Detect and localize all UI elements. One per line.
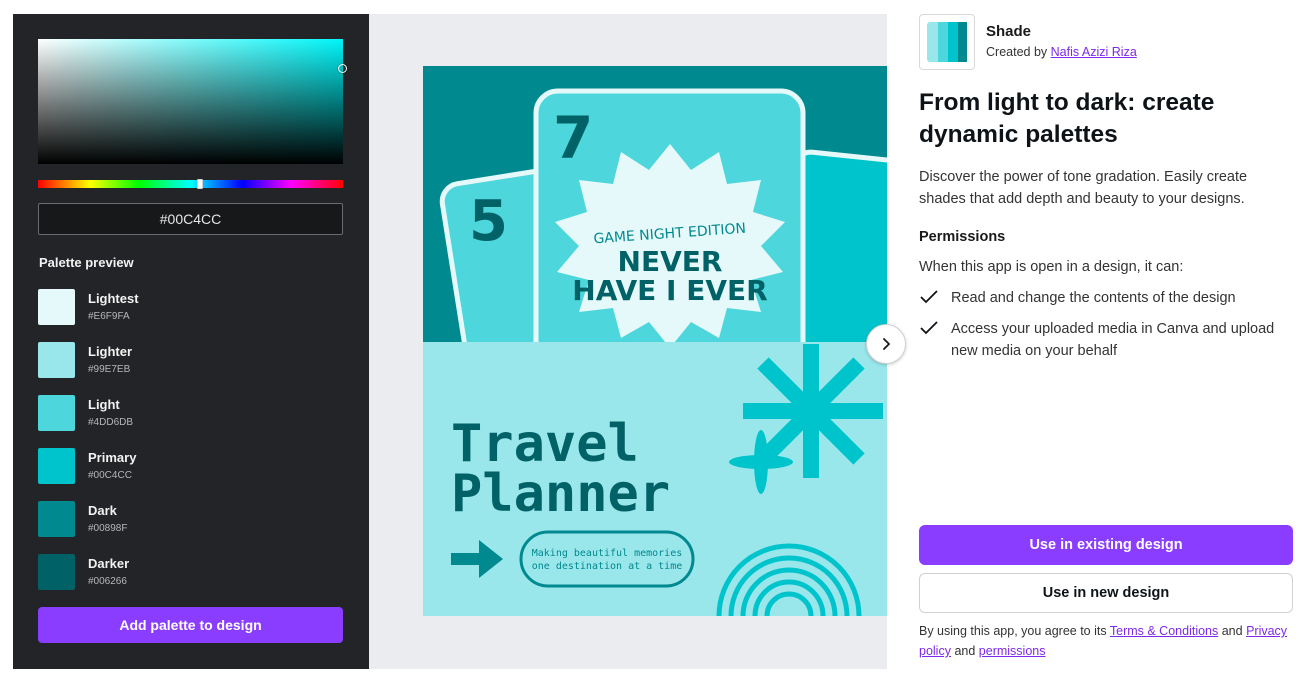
saturation-handle[interactable]: [338, 64, 347, 73]
swatch-hex: #00898F: [88, 523, 128, 534]
permissions-link[interactable]: permissions: [979, 644, 1046, 658]
swatch-name: Darker: [88, 556, 130, 571]
tagline-line-1: Making beautiful memories: [532, 548, 683, 559]
swatch-hex: #00C4CC: [88, 470, 132, 481]
author-link[interactable]: Nafis Azizi Riza: [1051, 45, 1137, 59]
permission-text: Access your uploaded media in Canva and …: [951, 321, 1275, 359]
color-swatch: [38, 501, 75, 537]
preview-poster: 5 7 GAME NIGHT EDITION NEVER HAVE I EVER: [423, 66, 887, 616]
color-swatch: [38, 448, 75, 484]
app-name: Shade: [986, 23, 1032, 40]
checkmark-icon: [920, 290, 938, 304]
app-info-panel: Shade Created by Nafis Azizi Riza From l…: [887, 0, 1313, 686]
swatch-hex: #E6F9FA: [88, 311, 130, 322]
color-picker-panel: #00C4CC Palette preview Lightest #E6F9FA…: [13, 14, 369, 669]
poster-graphic: 5 7 GAME NIGHT EDITION NEVER HAVE I EVER: [423, 66, 887, 616]
design-preview-area: 5 7 GAME NIGHT EDITION NEVER HAVE I EVER: [369, 14, 887, 669]
legal-and: and: [954, 644, 976, 658]
swatch-name: Light: [88, 397, 120, 412]
hue-slider[interactable]: [38, 179, 343, 189]
created-by-prefix: Created by: [986, 45, 1048, 59]
swatch-hex: #006266: [88, 576, 127, 587]
color-swatch: [38, 554, 75, 590]
card-back-number: 5: [469, 189, 508, 254]
hue-handle[interactable]: [197, 179, 203, 189]
permissions-intro: When this app is open in a design, it ca…: [919, 259, 1184, 275]
legal-prefix: By using this app, you agree to its: [919, 624, 1107, 638]
swatch-row-primary[interactable]: Primary #00C4CC: [38, 448, 338, 488]
permission-text: Read and change the contents of the desi…: [951, 290, 1236, 306]
add-palette-button[interactable]: Add palette to design: [38, 607, 343, 643]
tagline-line-2: one destination at a time: [532, 561, 683, 572]
swatch-hex: #4DD6DB: [88, 417, 134, 428]
checkmark-icon: [920, 321, 938, 335]
swatch-row-dark[interactable]: Dark #00898F: [38, 501, 338, 541]
swatch-name: Lighter: [88, 344, 133, 359]
palette-preview-title: Palette preview: [39, 255, 134, 270]
color-swatch: [38, 289, 75, 325]
legal-notice: By using this app, you agree to its Term…: [919, 621, 1299, 661]
card-front-number: 7: [553, 104, 593, 172]
color-swatch: [38, 342, 75, 378]
hex-input[interactable]: #00C4CC: [38, 203, 343, 235]
terms-link[interactable]: Terms & Conditions: [1110, 624, 1218, 638]
swatch-name: Dark: [88, 503, 117, 518]
app-headline: From light to dark: create dynamic palet…: [919, 89, 1215, 148]
shade-app-icon: [919, 14, 975, 70]
use-in-existing-design-button[interactable]: Use in existing design: [919, 525, 1293, 565]
legal-and: and: [1221, 624, 1243, 638]
app-description: Discover the power of tone gradation. Ea…: [919, 169, 1248, 207]
swatch-row-lighter[interactable]: Lighter #99E7EB: [38, 342, 338, 382]
swatch-hex: #99E7EB: [88, 364, 131, 375]
swatch-name: Lightest: [88, 291, 139, 306]
use-in-new-design-button[interactable]: Use in new design: [919, 573, 1293, 613]
saturation-value-area[interactable]: [38, 39, 347, 164]
created-by: Created by Nafis Azizi Riza: [986, 45, 1137, 59]
travel-line-2: Planner: [451, 464, 670, 524]
swatch-row-darker[interactable]: Darker #006266: [38, 554, 338, 594]
swatch-row-lightest[interactable]: Lightest #E6F9FA: [38, 289, 338, 329]
swatch-name: Primary: [88, 450, 137, 465]
permissions-title: Permissions: [919, 229, 1006, 245]
swatch-row-light[interactable]: Light #4DD6DB: [38, 395, 338, 435]
color-swatch: [38, 395, 75, 431]
title-line-2: HAVE I EVER: [572, 274, 767, 307]
